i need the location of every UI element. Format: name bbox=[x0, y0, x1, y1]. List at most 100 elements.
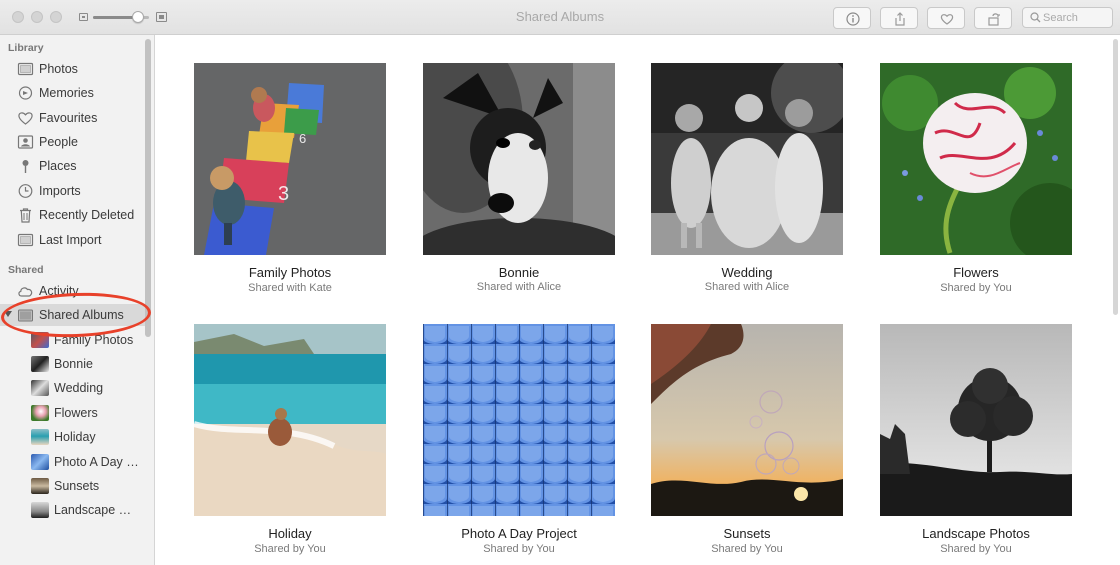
album-subtitle: Shared by You bbox=[940, 282, 1012, 294]
sidebar-item-shared-albums[interactable]: Shared Albums bbox=[0, 304, 145, 326]
sidebar-item-last-import[interactable]: Last Import bbox=[0, 229, 145, 251]
sidebar-item-label: Places bbox=[39, 159, 77, 173]
sidebar-item-imports[interactable]: Imports bbox=[0, 180, 145, 202]
album-cover bbox=[651, 63, 843, 255]
search-input[interactable] bbox=[1043, 10, 1109, 25]
album-thumbnail bbox=[31, 429, 49, 445]
album-cover bbox=[651, 324, 843, 516]
album-thumbnail bbox=[31, 502, 49, 518]
album-title: Bonnie bbox=[498, 265, 540, 280]
sidebar-item-label: Favourites bbox=[39, 111, 98, 125]
favourite-button[interactable] bbox=[927, 7, 965, 29]
photos-window: Shared Albums Search Library Photos Memo… bbox=[0, 0, 1120, 565]
sidebar-item-label: Activity bbox=[39, 284, 79, 298]
svg-text:6: 6 bbox=[299, 131, 306, 146]
album-subtitle: Shared with Alice bbox=[476, 281, 562, 293]
search-field[interactable] bbox=[1022, 7, 1113, 28]
album-subtitle: Shared with Kate bbox=[248, 282, 332, 294]
disclosure-triangle-icon[interactable] bbox=[4, 311, 12, 317]
sidebar-item-people[interactable]: People bbox=[0, 131, 145, 153]
album-subtitle: Shared by You bbox=[254, 543, 326, 555]
trash-icon bbox=[17, 207, 34, 223]
search-icon bbox=[1030, 12, 1041, 23]
sidebar-item-label: Last Import bbox=[39, 233, 102, 247]
sidebar-album-label: Bonnie bbox=[54, 357, 93, 371]
album-thumbnail bbox=[31, 454, 49, 470]
heart-icon bbox=[17, 110, 34, 126]
pin-icon bbox=[17, 158, 34, 174]
main-scrollbar[interactable] bbox=[1113, 39, 1118, 315]
sidebar-album-landscape-photos[interactable]: Landscape Photos bbox=[0, 499, 145, 521]
svg-text:3: 3 bbox=[278, 183, 289, 205]
sidebar-item-memories[interactable]: Memories bbox=[0, 82, 145, 104]
album-title: Holiday bbox=[268, 526, 312, 541]
sidebar-album-flowers[interactable]: Flowers bbox=[0, 402, 145, 424]
share-icon bbox=[895, 12, 905, 26]
album-title: Photo A Day Project bbox=[461, 526, 577, 541]
sidebar-album-label: Sunsets bbox=[54, 479, 100, 493]
album-subtitle: Shared by You bbox=[483, 543, 555, 555]
rotate-icon bbox=[988, 13, 1000, 26]
album-cover bbox=[194, 324, 386, 516]
album-thumbnail bbox=[31, 332, 49, 348]
album-cover: 3 6 bbox=[194, 63, 386, 255]
album-subtitle: Shared by You bbox=[711, 543, 783, 555]
sidebar-album-photo-a-day[interactable]: Photo A Day Project bbox=[0, 451, 145, 473]
album-cover bbox=[423, 324, 615, 516]
sidebar-item-places[interactable]: Places bbox=[0, 155, 145, 177]
photos-icon bbox=[17, 61, 34, 77]
sidebar-album-label: Wedding bbox=[54, 381, 104, 395]
album-title: Sunsets bbox=[723, 526, 771, 541]
share-button[interactable] bbox=[880, 7, 918, 29]
heart-icon bbox=[940, 14, 954, 25]
sidebar: Library Photos Memories Favourites Peopl… bbox=[0, 35, 155, 565]
shared-albums-grid: 3 6 Family Photos Shared with Kate Bonni… bbox=[156, 35, 1120, 565]
sidebar-item-activity[interactable]: Activity bbox=[0, 280, 145, 302]
sidebar-item-label: Imports bbox=[39, 184, 81, 198]
album-title: Flowers bbox=[953, 265, 999, 280]
sidebar-item-label: People bbox=[39, 135, 78, 149]
sidebar-item-label: Shared Albums bbox=[39, 308, 124, 322]
sidebar-album-holiday[interactable]: Holiday bbox=[0, 426, 145, 448]
album-subtitle: Shared by You bbox=[940, 543, 1012, 555]
album-title: Family Photos bbox=[248, 265, 332, 280]
sidebar-item-photos[interactable]: Photos bbox=[0, 58, 145, 80]
info-icon bbox=[846, 12, 860, 26]
album-thumbnail bbox=[31, 380, 49, 396]
rotate-button[interactable] bbox=[974, 7, 1012, 29]
album-thumbnail bbox=[31, 356, 49, 372]
sidebar-album-family-photos[interactable]: Family Photos bbox=[0, 329, 145, 351]
sidebar-album-label: Holiday bbox=[54, 430, 96, 444]
sidebar-album-sunsets[interactable]: Sunsets bbox=[0, 475, 145, 497]
folder-icon bbox=[17, 307, 34, 323]
sidebar-item-favourites[interactable]: Favourites bbox=[0, 107, 145, 129]
album-title: Wedding bbox=[721, 265, 773, 280]
sidebar-album-label: Photo A Day Project bbox=[54, 455, 139, 469]
sidebar-album-label: Landscape Photos bbox=[54, 503, 139, 517]
sidebar-item-label: Photos bbox=[39, 62, 78, 76]
album-thumbnail bbox=[31, 405, 49, 421]
cloud-icon bbox=[17, 283, 34, 299]
album-title: Landscape Photos bbox=[922, 526, 1030, 541]
info-button[interactable] bbox=[833, 7, 871, 29]
photos-icon bbox=[17, 232, 34, 248]
toolbar: Shared Albums bbox=[0, 0, 1120, 35]
clock-icon bbox=[17, 183, 34, 199]
album-subtitle: Shared with Alice bbox=[704, 281, 790, 293]
sidebar-item-label: Memories bbox=[39, 86, 94, 100]
album-thumbnail bbox=[31, 478, 49, 494]
sidebar-album-wedding[interactable]: Wedding bbox=[0, 377, 145, 399]
album-cover bbox=[880, 324, 1072, 516]
album-cover bbox=[423, 63, 615, 255]
sidebar-item-recently-deleted[interactable]: Recently Deleted bbox=[0, 204, 145, 226]
sidebar-album-label: Family Photos bbox=[54, 333, 134, 347]
library-section-header: Library bbox=[8, 42, 44, 54]
sidebar-album-bonnie[interactable]: Bonnie bbox=[0, 353, 145, 375]
sidebar-scrollbar[interactable] bbox=[145, 39, 151, 337]
memories-icon bbox=[17, 85, 34, 101]
sidebar-album-label: Flowers bbox=[54, 406, 98, 420]
sidebar-item-label: Recently Deleted bbox=[39, 208, 135, 222]
people-icon bbox=[17, 134, 34, 150]
shared-section-header: Shared bbox=[8, 264, 44, 276]
album-cover bbox=[880, 63, 1072, 255]
